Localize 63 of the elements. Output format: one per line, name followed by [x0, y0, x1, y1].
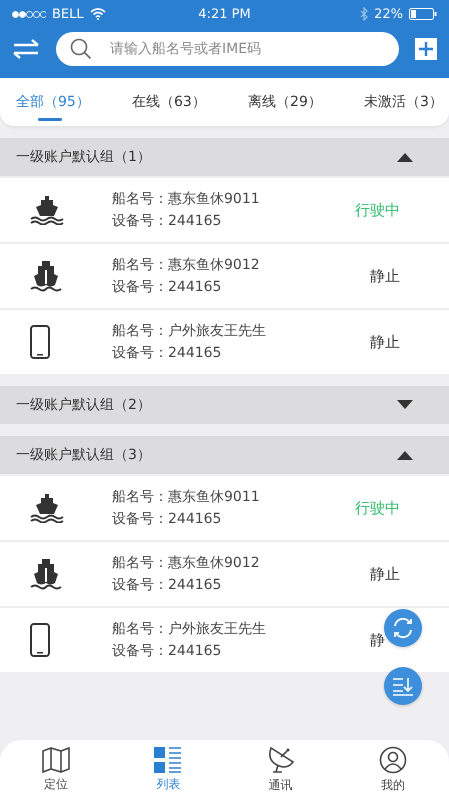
vessel-name: 船名号：户外旅友王先生: [112, 620, 267, 638]
add-icon[interactable]: [415, 38, 437, 60]
vessel-status: 静止: [370, 564, 400, 584]
vessel-status: 静止: [370, 332, 400, 352]
clock-time: 4:21 PM: [198, 6, 251, 22]
device-number: 设备号：244165: [112, 344, 222, 362]
vessel-status: 行驶中: [355, 498, 400, 518]
device-number: 设备号：244165: [112, 212, 222, 230]
phone-icon: [30, 623, 50, 657]
group-header[interactable]: 一级账户默认组（1）: [0, 138, 449, 176]
vessel-status: 行驶中: [355, 200, 400, 220]
vessel-row[interactable]: 船名号：惠东鱼休9012 设备号：244165 静止: [0, 542, 449, 606]
carrier-name: BELL: [52, 6, 84, 22]
vessel-name: 船名号：惠东鱼休9012: [112, 256, 261, 274]
nav-tab[interactable]: 我的: [358, 746, 428, 794]
group-header[interactable]: 一级账户默认组（2）: [0, 386, 449, 424]
nav-tab[interactable]: 通讯: [246, 746, 316, 794]
satellite-dish-icon: [266, 746, 295, 774]
signal-icon: [12, 10, 46, 18]
group-header[interactable]: 一级账户默认组（3）: [0, 436, 449, 474]
battery-percent: 22%: [374, 6, 403, 22]
list-icon: [154, 747, 182, 773]
vessel-row[interactable]: 船名号：户外旅友王先生 设备号：244165 静: [0, 608, 449, 672]
filter-tab[interactable]: 全部（95）: [16, 83, 90, 121]
wifi-icon: [90, 8, 106, 20]
vessel-row[interactable]: 船名号：户外旅友王先生 设备号：244165 静止: [0, 310, 449, 374]
ship-icon: [30, 260, 62, 292]
vessel-name: 船名号：户外旅友王先生: [112, 322, 267, 340]
refresh-icon: [392, 617, 414, 639]
vessel-name: 船名号：惠东鱼休9011: [112, 190, 261, 208]
vessel-status: 静止: [370, 266, 400, 286]
sort-icon: [392, 676, 414, 696]
ship-icon: [30, 195, 64, 225]
bluetooth-icon: [360, 7, 368, 21]
caret-down-icon: [397, 400, 413, 410]
device-number: 设备号：244165: [112, 642, 222, 660]
search-icon: [70, 38, 92, 60]
ship-icon: [30, 558, 62, 590]
sort-button[interactable]: [384, 667, 422, 705]
search-input[interactable]: 请输入船名号或者IME码: [108, 40, 385, 58]
search-bar[interactable]: 请输入船名号或者IME码: [56, 32, 399, 66]
vessel-row[interactable]: 船名号：惠东鱼休9011 设备号：244165 行驶中: [0, 476, 449, 540]
filter-tab[interactable]: 在线（63）: [132, 83, 206, 121]
battery-icon: [408, 8, 437, 20]
vessel-row[interactable]: 船名号：惠东鱼休9012 设备号：244165 静止: [0, 244, 449, 308]
nav-tab[interactable]: 列表: [133, 747, 204, 793]
swap-icon[interactable]: [12, 38, 40, 60]
vessel-name: 船名号：惠东鱼休9012: [112, 554, 261, 572]
phone-icon: [30, 325, 50, 359]
device-number: 设备号：244165: [112, 278, 222, 296]
caret-up-icon: [397, 450, 413, 460]
map-icon: [42, 747, 70, 773]
vessel-row[interactable]: 船名号：惠东鱼休9011 设备号：244165 行驶中: [0, 178, 449, 242]
filter-tab[interactable]: 未激活（3）: [364, 83, 443, 121]
vessel-name: 船名号：惠东鱼休9011: [112, 488, 261, 506]
ship-icon: [30, 493, 64, 523]
vessel-status: 静: [370, 630, 386, 650]
device-number: 设备号：244165: [112, 510, 222, 528]
caret-up-icon: [397, 152, 413, 162]
device-number: 设备号：244165: [112, 576, 222, 594]
user-icon: [378, 746, 407, 774]
nav-tab[interactable]: 定位: [21, 747, 92, 793]
filter-tab[interactable]: 离线（29）: [248, 83, 322, 121]
